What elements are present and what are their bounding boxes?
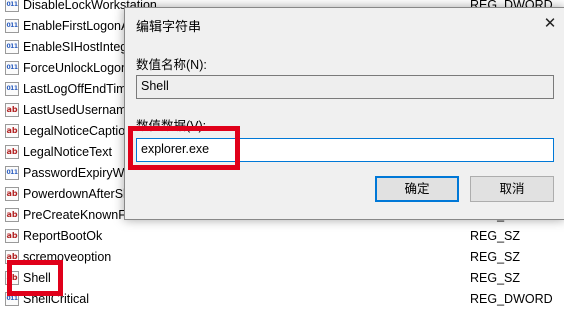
binary-value-icon: 011 bbox=[5, 166, 19, 180]
registry-row[interactable]: ab Shell REG_SZ bbox=[0, 268, 564, 289]
string-value-icon: ab bbox=[5, 208, 19, 222]
value-name-label: 数值名称(N): bbox=[136, 58, 207, 72]
highlight-box-shell-entry bbox=[7, 260, 63, 296]
registry-row[interactable]: ab ReportBootOk REG_SZ bbox=[0, 226, 564, 247]
registry-row-type: REG_SZ bbox=[470, 271, 521, 285]
value-name-field: Shell bbox=[136, 75, 554, 99]
cancel-button[interactable]: 取消 bbox=[470, 176, 554, 202]
binary-value-icon: 011 bbox=[5, 0, 19, 12]
string-value-icon: ab bbox=[5, 103, 19, 117]
close-icon[interactable]: ✕ bbox=[535, 10, 564, 36]
string-value-icon: ab bbox=[5, 229, 19, 243]
binary-value-icon: 011 bbox=[5, 40, 19, 54]
binary-value-icon: 011 bbox=[5, 82, 19, 96]
registry-row-name: LegalNoticeText bbox=[23, 145, 112, 159]
binary-value-icon: 011 bbox=[5, 19, 19, 33]
registry-row-type: REG_SZ bbox=[470, 250, 521, 264]
registry-row-name: ForceUnlockLogon bbox=[23, 61, 128, 75]
edit-string-dialog: 编辑字符串 ✕ 数值名称(N): Shell 数值数据(V): explorer… bbox=[124, 7, 564, 220]
registry-row-name: LegalNoticeCaption bbox=[23, 124, 133, 138]
highlight-box-value-data bbox=[128, 126, 240, 170]
registry-row-type: REG_DWORD bbox=[470, 292, 553, 306]
string-value-icon: ab bbox=[5, 145, 19, 159]
registry-row-name: LastUsedUsername bbox=[23, 103, 134, 117]
string-value-icon: ab bbox=[5, 187, 19, 201]
registry-row-type: REG_SZ bbox=[470, 229, 521, 243]
registry-row[interactable]: ab scremoveoption REG_SZ bbox=[0, 247, 564, 268]
ok-button[interactable]: 确定 bbox=[375, 176, 459, 202]
registry-row[interactable]: 011 ShellCritical REG_DWORD bbox=[0, 289, 564, 310]
binary-value-icon: 011 bbox=[5, 61, 19, 75]
dialog-title: 编辑字符串 bbox=[136, 19, 202, 34]
registry-row-name: ReportBootOk bbox=[23, 229, 103, 243]
string-value-icon: ab bbox=[5, 124, 19, 138]
